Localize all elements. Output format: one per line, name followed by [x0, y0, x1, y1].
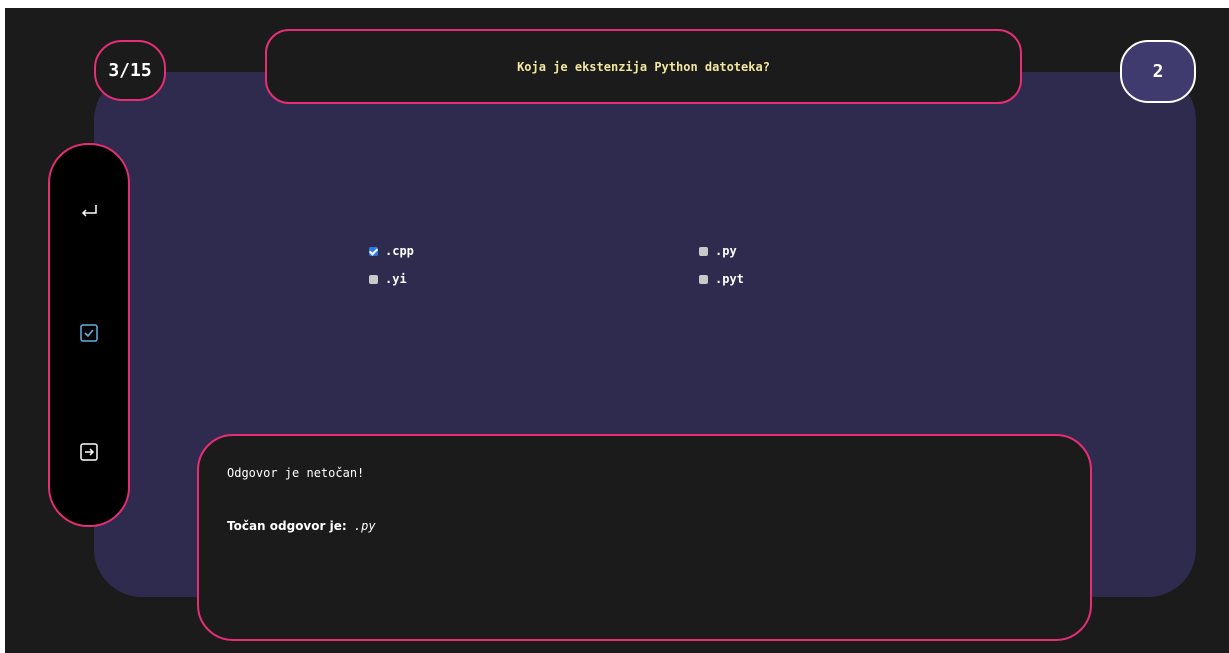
arrow-right-square-icon [80, 443, 98, 461]
check-square-icon [80, 324, 98, 342]
option-cpp[interactable]: .cpp [369, 244, 414, 258]
option-py[interactable]: .py [699, 244, 737, 258]
question-text: Koja je ekstenzija Python datoteka? [517, 59, 770, 74]
option-label: .pyt [715, 272, 744, 286]
checkbox[interactable] [699, 274, 708, 284]
correct-answer-line: Točan odgovor je: .py [227, 519, 376, 533]
action-sidebar [48, 143, 130, 527]
correct-answer-label: Točan odgovor je: [227, 519, 347, 533]
checkbox-checked[interactable] [369, 246, 378, 256]
answer-options: .cpp .py .yi .pyt [369, 244, 769, 294]
score-badge: 2 [1120, 40, 1196, 103]
next-question-button[interactable] [77, 440, 101, 464]
feedback-box: Odgovor je netočan! Točan odgovor je: .p… [197, 434, 1092, 641]
feedback-message: Odgovor je netočan! [227, 466, 365, 480]
checkbox[interactable] [369, 274, 378, 284]
option-label: .cpp [385, 244, 414, 258]
score-text: 2 [1152, 61, 1164, 82]
question-box: Koja je ekstenzija Python datoteka? [265, 29, 1022, 104]
correct-answer-value: .py [353, 519, 376, 533]
option-yi[interactable]: .yi [369, 272, 407, 286]
checkbox[interactable] [699, 246, 708, 256]
option-pyt[interactable]: .pyt [699, 272, 744, 286]
option-label: .py [715, 244, 737, 258]
back-button[interactable] [77, 200, 101, 224]
option-label: .yi [385, 272, 407, 286]
quiz-app: 3/15 Koja je ekstenzija Python datoteka?… [5, 8, 1229, 653]
return-arrow-icon [81, 205, 97, 217]
question-progress-badge: 3/15 [94, 40, 166, 101]
progress-text: 3/15 [108, 60, 152, 81]
submit-answer-button[interactable] [77, 321, 101, 345]
